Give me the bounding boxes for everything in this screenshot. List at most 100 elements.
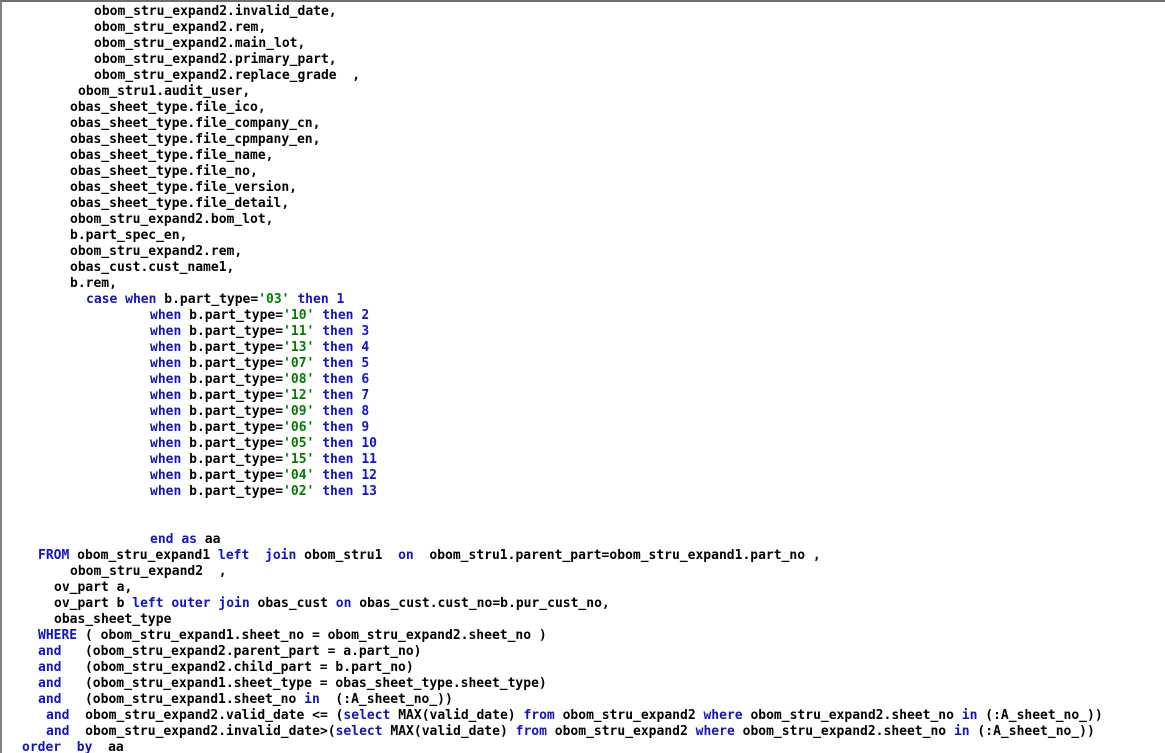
code-token-id: obom_stru_expand2 [554,708,704,723]
code-token-id: (obom_stru_expand1.sheet_type = obas_she… [61,676,547,691]
code-token-id: b.part_spec_en, [70,228,188,243]
code-token-kw: then [322,468,354,483]
code-token-kw: and [38,644,62,659]
code-token-kw: where [695,724,735,739]
code-token-kw: then [322,420,354,435]
code-token-id: obom_stru_expand2.main_lot, [94,36,306,51]
code-token-str: '13' [283,340,315,355]
code-token-kw: join [265,548,297,563]
code-token-kw: when [150,324,182,339]
code-line: ov_part b left outer join obas_cust on o… [2,596,610,612]
code-line: FROM obom_stru_expand1 left join obom_st… [2,548,821,564]
code-token-str: '10' [283,308,315,323]
code-token-kw: in [304,692,320,707]
code-token-kw: select [335,724,383,739]
code-line: obas_sheet_type [2,612,171,628]
code-token-str: '05' [283,436,315,451]
code-token-id: obas_sheet_type.file_ico, [70,100,266,115]
code-token-id [249,548,265,563]
code-token-kw: when [150,404,182,419]
code-token-kw: where [703,708,743,723]
code-token-str: '12' [283,388,315,403]
code-token-kw: WHERE [38,628,78,643]
code-token-num: 9 [361,420,370,435]
code-token-num: 12 [361,468,377,483]
code-line: when b.part_type='10' then 2 [2,308,369,324]
code-token-kw: by [76,740,93,753]
code-token-kw: then [322,308,354,323]
code-token-id: obom_stru_expand2.invalid_date, [94,4,337,19]
code-line: obas_sheet_type.file_cpmpany_en, [2,132,320,148]
code-token-kw: and [38,692,62,707]
code-token-id: obas_cust.cust_name1, [70,260,235,275]
code-token-num: 4 [361,340,370,355]
code-token-str: '04' [283,468,315,483]
code-token-id: MAX(valid_date) [382,724,516,739]
code-token-str: '15' [283,452,315,467]
code-token-id: b.part_type= [181,420,284,435]
code-line: when b.part_type='02' then 13 [2,484,377,500]
code-token-id: obas_sheet_type.file_cpmpany_en, [70,132,321,147]
code-line: obom_stru_expand2.main_lot, [2,36,305,52]
code-token-kw: when [150,388,182,403]
code-line: order by aa [2,740,124,753]
code-token-kw: when [150,420,182,435]
code-token-id: b.part_type= [181,340,284,355]
code-token-id: obom_stru_expand2.valid_date <= ( [69,708,344,723]
code-token-kw: FROM [38,548,70,563]
code-line: obom_stru_expand2.primary_part, [2,52,337,68]
code-token-kw: then [322,484,354,499]
code-token-kw: when [125,292,157,307]
code-line: and (obom_stru_expand2.child_part = b.pa… [2,660,414,676]
code-token-num: 2 [361,308,370,323]
code-line: obom_stru_expand2 , [2,564,227,580]
code-token-kw: outer [171,596,211,611]
code-token-num: 5 [361,356,370,371]
code-token-id: obas_sheet_type.file_company_cn, [70,116,321,131]
code-line: when b.part_type='08' then 6 [2,372,369,388]
code-token-num: 11 [361,452,377,467]
code-token-id: obom_stru_expand2.primary_part, [94,52,337,67]
code-token-id: ov_part b [54,596,133,611]
sql-code-surface[interactable]: obom_stru_expand2.invalid_date, obom_stru… [2,2,1165,753]
code-token-id [117,292,125,307]
code-line: WHERE ( obom_stru_expand1.sheet_no = obo… [2,628,547,644]
code-token-kw: when [150,484,182,499]
code-token-str: '06' [283,420,315,435]
code-token-id: obom_stru_expand2.invalid_date>( [69,724,336,739]
code-line: obas_sheet_type.file_no, [2,164,258,180]
code-line: and obom_stru_expand2.valid_date <= (sel… [2,708,1103,724]
code-token-kw: then [322,388,354,403]
code-token-id: ( obom_stru_expand1.sheet_no = obom_stru… [77,628,547,643]
code-token-id: (obom_stru_expand2.parent_part = a.part_… [61,644,422,659]
code-token-kw: on [398,548,414,563]
code-line: and obom_stru_expand2.invalid_date>(sele… [2,724,1095,740]
code-token-kw: when [150,340,182,355]
code-token-str: '07' [283,356,315,371]
code-token-id: (obom_stru_expand1.sheet_no [61,692,305,707]
code-token-id: b.part_type= [156,292,259,307]
code-token-kw: from [523,708,555,723]
code-line: obas_sheet_type.file_name, [2,148,274,164]
code-line: obom_stru_expand2.bom_lot, [2,212,274,228]
code-token-kw: and [46,724,70,739]
code-line: when b.part_type='07' then 5 [2,356,369,372]
code-token-kw: order [22,740,62,753]
sql-editor-pane[interactable]: obom_stru_expand2.invalid_date, obom_stru… [0,0,1165,753]
code-token-id: obas_sheet_type [54,612,172,627]
code-token-num: 7 [361,388,370,403]
code-token-kw: then [322,340,354,355]
code-token-str: '08' [283,372,315,387]
code-token-id: b.part_type= [181,356,284,371]
code-token-kw: join [218,596,250,611]
code-token-str: '11' [283,324,315,339]
code-token-id: obom_stru_expand2.bom_lot, [70,212,274,227]
code-token-id: obom_stru1 [296,548,399,563]
code-token-id: obas_sheet_type.file_name, [70,148,274,163]
code-token-kw: case [86,292,118,307]
code-line: when b.part_type='05' then 10 [2,436,377,452]
code-line: obas_cust.cust_name1, [2,260,234,276]
code-token-id: MAX(valid_date) [390,708,524,723]
code-token-kw: then [322,356,354,371]
